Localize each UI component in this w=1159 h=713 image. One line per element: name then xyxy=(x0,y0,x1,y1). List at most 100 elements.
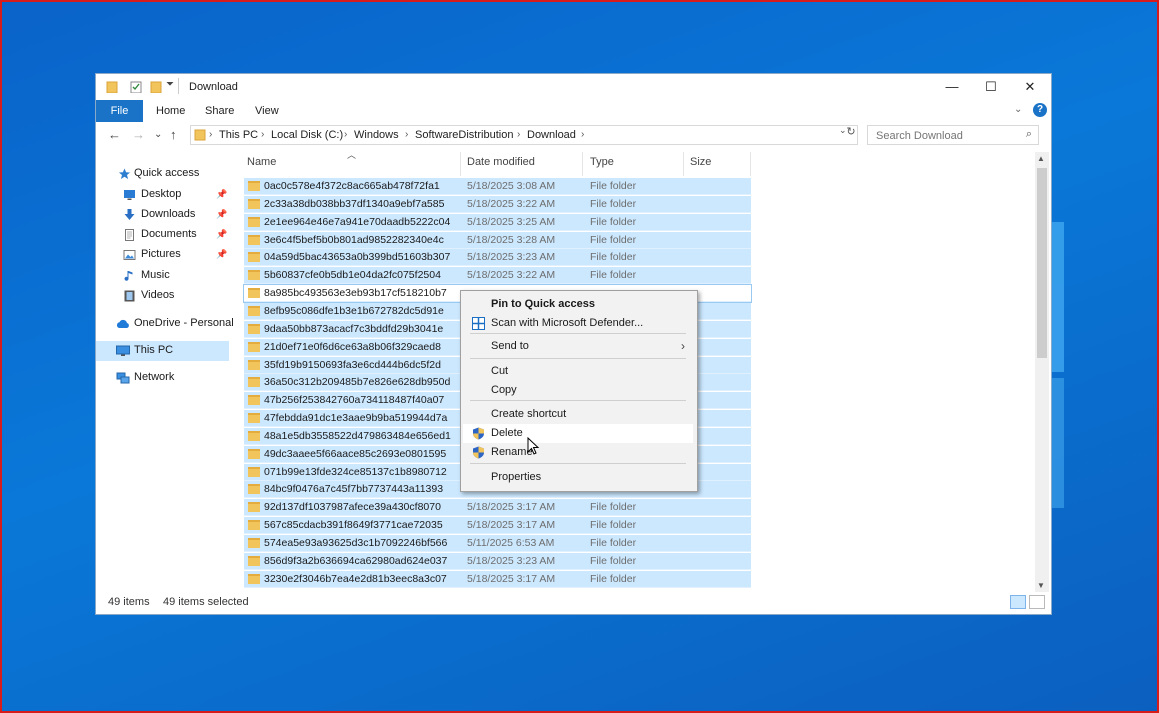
table-row[interactable]: 04a59d5bac43653a0b399bd51603b307 5/18/202… xyxy=(244,249,751,267)
new-folder-icon[interactable] xyxy=(150,81,162,93)
menu-item-pin-to-quick-access[interactable]: Pin to Quick access xyxy=(463,295,693,314)
nav-item-network[interactable]: Network xyxy=(96,368,232,388)
table-row[interactable]: 3230e2f3046b7ea4e2d81b3eec8a3c07 5/18/202… xyxy=(244,570,751,588)
menu-item-cut[interactable]: Cut xyxy=(463,362,693,381)
search-box[interactable]: ⌕ xyxy=(867,125,1039,145)
file-name: 3e6c4f5bef5b0b801ad9852282340e4c xyxy=(264,233,444,246)
breadcrumb-separator: › xyxy=(405,129,409,140)
column-header-size[interactable]: Size xyxy=(690,152,750,176)
date-modified: 5/18/2025 3:17 AM xyxy=(467,501,556,514)
menu-item-properties[interactable]: Properties xyxy=(463,468,693,487)
tab-share[interactable]: Share xyxy=(205,100,234,122)
quick-access-toolbar-dropdown[interactable]: ⏷ xyxy=(166,79,174,90)
scroll-down-icon[interactable]: ▼ xyxy=(1037,581,1045,590)
column-divider[interactable] xyxy=(683,152,684,176)
breadcrumb-this-pc[interactable]: This PC xyxy=(219,129,258,141)
folder-icon xyxy=(248,234,260,245)
menu-item-delete[interactable]: Delete xyxy=(463,424,693,443)
file-name: 35fd19b9150693fa3e6cd444b6dc5f2d xyxy=(264,358,441,371)
nav-item-onedrive[interactable]: OneDrive - Personal xyxy=(96,314,234,334)
nav-item-pictures[interactable]: Pictures 📌 xyxy=(96,245,232,265)
table-row[interactable]: 574ea5e93a93625d3c1b7092246bf566 5/11/202… xyxy=(244,535,751,552)
ribbon-collapse-button[interactable]: ⌄ xyxy=(1014,104,1022,115)
up-button[interactable]: ↑ xyxy=(170,127,177,142)
pin-icon[interactable]: 📌 xyxy=(216,249,227,260)
search-input[interactable] xyxy=(874,127,1018,145)
nav-item-downloads[interactable]: Downloads 📌 xyxy=(96,205,232,225)
menu-item-rename[interactable]: Rename xyxy=(463,443,693,462)
table-row[interactable]: 0ac0c578e4f372c8ac665ab478f72fa1 5/18/202… xyxy=(244,178,751,195)
nav-item-music[interactable]: Music xyxy=(96,266,232,286)
breadcrumb-windows[interactable]: Windows xyxy=(354,129,399,141)
address-bar[interactable]: › This PC › Local Disk (C:) › Windows › … xyxy=(190,125,858,145)
ribbon-tabs: File Home Share View ⌄ ? xyxy=(96,100,1051,122)
breadcrumb-separator: › xyxy=(261,129,265,140)
scrollbar-thumb[interactable] xyxy=(1037,168,1047,358)
pin-icon[interactable]: 📌 xyxy=(216,229,227,240)
tab-home[interactable]: Home xyxy=(156,100,185,122)
column-header-type[interactable]: Type xyxy=(590,152,685,176)
breadcrumb-download[interactable]: Download xyxy=(527,129,576,141)
pin-icon[interactable]: 📌 xyxy=(216,209,227,220)
nav-item-quick-access[interactable]: Quick access xyxy=(96,164,232,184)
table-row[interactable]: 5b60837cfe0b5db1e04da2fc075f2504 5/18/202… xyxy=(244,267,751,285)
folder-icon xyxy=(248,181,260,191)
breadcrumb-softwaredistribution[interactable]: SoftwareDistribution xyxy=(415,129,513,141)
table-row[interactable]: 3e6c4f5bef5b0b801ad9852282340e4c 5/18/202… xyxy=(244,231,751,249)
star-icon xyxy=(118,168,131,179)
menu-item-scan-with-microsoft-defender[interactable]: Scan with Microsoft Defender... xyxy=(463,314,693,333)
breadcrumb-separator: › xyxy=(581,129,585,140)
folder-icon xyxy=(194,129,206,141)
cloud-icon xyxy=(116,319,129,328)
title-bar[interactable]: ⏷ Download — ☐ ✕ xyxy=(96,74,1051,100)
table-row[interactable]: 92d137df1037987afece39a430cf8070 5/18/202… xyxy=(244,499,751,517)
forward-button[interactable]: → xyxy=(132,127,145,142)
help-icon[interactable]: ? xyxy=(1033,103,1047,117)
date-modified: 5/18/2025 3:23 AM xyxy=(467,251,556,264)
column-header-date-modified[interactable]: Date modified xyxy=(467,152,587,176)
table-row[interactable]: 856d9f3a2b636694ca62980ad624e037 5/18/202… xyxy=(244,552,751,570)
file-name: 48a1e5db3558522d479863484e656ed1 xyxy=(264,429,451,442)
menu-item-label: Delete xyxy=(491,427,523,439)
minimize-button[interactable]: — xyxy=(933,76,971,98)
pin-icon[interactable]: 📌 xyxy=(216,189,227,200)
tab-file[interactable]: File xyxy=(96,100,143,122)
maximize-button[interactable]: ☐ xyxy=(972,76,1010,98)
large-icons-view-button[interactable] xyxy=(1029,595,1045,609)
file-name: 04a59d5bac43653a0b399bd51603b307 xyxy=(264,251,451,264)
nav-label: Downloads xyxy=(141,208,196,220)
nav-item-this-pc[interactable]: This PC xyxy=(96,341,229,361)
folder-icon xyxy=(248,270,260,281)
details-view-button[interactable] xyxy=(1010,595,1026,609)
menu-item-create-shortcut[interactable]: Create shortcut xyxy=(463,405,693,424)
menu-item-send-to[interactable]: Send to › xyxy=(463,337,693,356)
nav-item-videos[interactable]: Videos xyxy=(96,286,232,306)
back-button[interactable]: ← xyxy=(108,127,121,142)
desktop-window-edge xyxy=(1052,222,1064,372)
nav-item-documents[interactable]: Documents 📌 xyxy=(96,225,232,245)
file-name: 856d9f3a2b636694ca62980ad624e037 xyxy=(264,554,448,567)
table-row[interactable]: 2e1ee964e46e7a941e70daadb5222c04 5/18/202… xyxy=(244,213,751,231)
column-header-name[interactable]: Name xyxy=(247,152,463,176)
menu-item-copy[interactable]: Copy xyxy=(463,381,693,400)
refresh-icon[interactable]: ↻ xyxy=(844,125,858,143)
search-icon[interactable]: ⌕ xyxy=(1026,128,1032,141)
tab-view[interactable]: View xyxy=(255,100,279,122)
breadcrumb-local-disk[interactable]: Local Disk (C:) xyxy=(271,129,343,141)
properties-check-icon[interactable] xyxy=(130,81,142,93)
recent-locations-button[interactable]: ⌄ xyxy=(154,129,162,140)
column-divider[interactable] xyxy=(460,152,461,176)
column-divider[interactable] xyxy=(750,152,751,176)
table-row[interactable]: 567c85cdacb391f8649f3771cae72035 5/18/202… xyxy=(244,517,751,535)
nav-item-desktop[interactable]: Desktop 📌 xyxy=(96,185,232,205)
table-row[interactable]: 2c33a38db038bb37df1340a9ebf7a585 5/18/202… xyxy=(244,195,751,213)
scroll-up-icon[interactable]: ▲ xyxy=(1037,154,1045,163)
monitor-icon xyxy=(116,345,130,356)
item-count: 49 items xyxy=(108,596,150,608)
column-divider[interactable] xyxy=(582,152,583,176)
vertical-scrollbar[interactable]: ▲ ▼ xyxy=(1035,152,1049,592)
close-button[interactable]: ✕ xyxy=(1011,76,1049,98)
breadcrumb-separator: › xyxy=(344,129,348,140)
folder-icon xyxy=(248,305,260,316)
date-modified: 5/18/2025 3:17 AM xyxy=(467,519,556,532)
